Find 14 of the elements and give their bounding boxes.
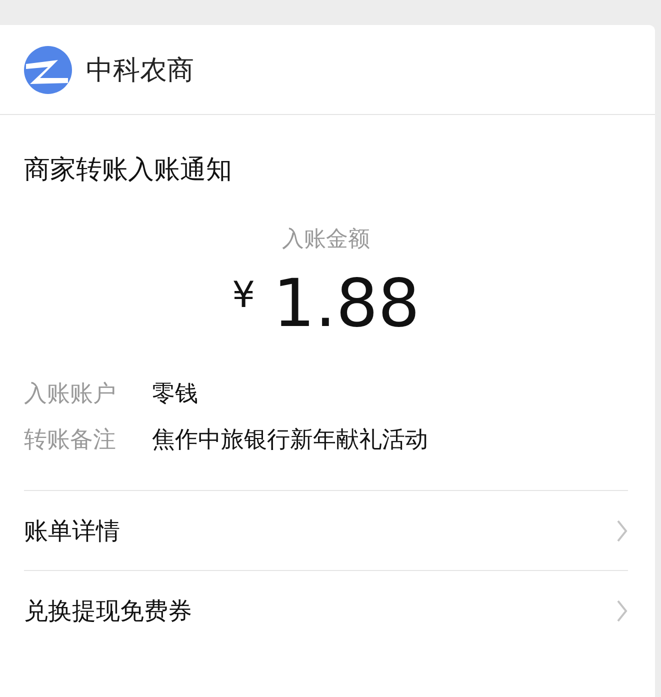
notice-title: 商家转账入账通知	[24, 154, 233, 186]
menu-row[interactable]: 账单详情	[24, 491, 628, 571]
chevron-right-icon	[616, 598, 628, 622]
detail-label: 入账账户	[24, 380, 117, 408]
detail-value: 焦作中旅银行新年献礼活动	[152, 426, 428, 454]
bank-logo-icon	[24, 46, 72, 94]
amount-label: 入账金额	[281, 226, 371, 254]
chevron-right-icon	[616, 518, 628, 542]
menu-row[interactable]: 兑换提现免费券	[24, 571, 628, 650]
bank-name: 中科农商	[86, 54, 194, 88]
currency-symbol: ¥	[232, 274, 255, 316]
detail-label: 转账备注	[24, 426, 117, 454]
detail-value: 零钱	[152, 380, 198, 408]
amount-value: 1.88	[272, 264, 420, 342]
